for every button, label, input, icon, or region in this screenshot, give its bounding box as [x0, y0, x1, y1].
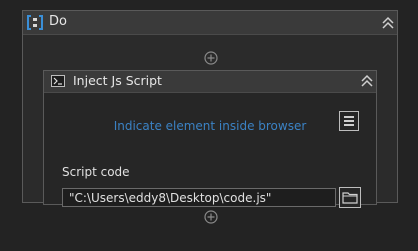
inject-js-script-activity: Inject Js Script Indicate element inside…: [43, 70, 377, 208]
hamburger-menu-icon[interactable]: [339, 111, 359, 131]
do-sequence-container: Do Inject Js Script Indicate element ins…: [22, 10, 398, 224]
add-activity-icon[interactable]: [204, 51, 218, 65]
double-chevron-up-icon[interactable]: [360, 74, 374, 88]
script-code-label: Script code: [62, 165, 130, 179]
sequence-brackets-icon: [27, 15, 43, 30]
inject-js-script-header[interactable]: Inject Js Script: [44, 71, 376, 93]
do-sequence-title: Do: [49, 14, 67, 29]
do-sequence-header[interactable]: Do: [23, 11, 397, 35]
double-chevron-up-icon[interactable]: [381, 16, 395, 30]
inject-js-script-title: Inject Js Script: [73, 73, 162, 88]
script-code-input[interactable]: [62, 188, 336, 207]
indicate-element-link[interactable]: Indicate element inside browser: [44, 119, 376, 133]
folder-icon[interactable]: [339, 187, 361, 208]
add-activity-icon[interactable]: [204, 210, 218, 224]
powershell-prompt-icon: [51, 75, 65, 87]
